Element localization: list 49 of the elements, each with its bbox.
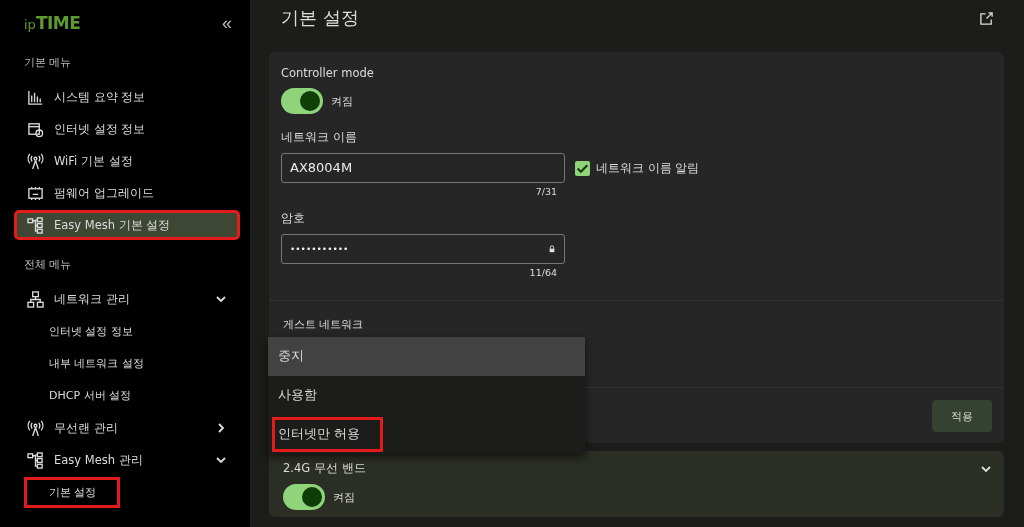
menu-item[interactable]: 네트워크 관리 <box>14 284 240 314</box>
checkbox[interactable] <box>575 160 590 176</box>
dropdown-option[interactable]: 중지 <box>268 337 585 376</box>
character-counter: 7/31 <box>534 186 558 197</box>
section-title: 전체 메뉴 <box>23 257 73 273</box>
field-label: 암호 <box>281 211 306 226</box>
apply-button[interactable]: 적용 <box>932 400 992 432</box>
toggle-switch[interactable] <box>283 484 325 510</box>
section-title: 기본 메뉴 <box>23 55 73 71</box>
field-label: 게스트 네트워크 <box>283 318 365 332</box>
option-label: 중지 <box>277 347 305 365</box>
character-counter: 11/64 <box>528 267 558 278</box>
toggle-state: 켜짐 <box>333 489 355 505</box>
tree-icon <box>27 216 44 234</box>
dropdown-option[interactable]: 인터넷만 허용 <box>268 415 585 454</box>
option-label: 인터넷만 허용 <box>272 417 383 452</box>
submenu-item[interactable]: 인터넷 설정 정보 <box>24 316 144 347</box>
menu-item[interactable]: Easy Mesh 관리 <box>14 445 240 475</box>
band-label: 2.4G 무선 밴드 <box>283 461 366 476</box>
antenna-icon <box>27 152 44 170</box>
brand-logo: ipTIME <box>24 13 81 33</box>
dropdown-option[interactable]: 사용함 <box>268 376 585 415</box>
antenna-icon <box>27 419 44 437</box>
menu-item[interactable]: WiFi 기본 설정 <box>14 146 240 176</box>
option-label: 사용함 <box>277 386 318 404</box>
checkbox-label: 네트워크 이름 알림 <box>596 160 700 176</box>
menu-item[interactable]: Easy Mesh 기본 설정 <box>14 210 240 240</box>
chip-icon <box>27 184 44 202</box>
menu-item[interactable]: 무선랜 관리 <box>14 413 240 443</box>
network-icon <box>27 290 44 308</box>
page-title: 기본 설정 <box>281 6 359 30</box>
window-globe-icon <box>27 120 44 138</box>
menu-item[interactable]: 인터넷 설정 정보 <box>14 114 240 144</box>
submenu-item[interactable]: 내부 네트워크 설정 <box>24 348 155 379</box>
lock-icon <box>548 245 556 253</box>
network-name-field[interactable]: AX8004M <box>281 153 565 183</box>
field-label: Controller mode <box>281 66 375 80</box>
toggle-switch[interactable] <box>281 88 323 114</box>
submenu-item[interactable]: DHCP 서버 설정 <box>24 380 143 411</box>
bar-chart-icon <box>27 88 44 106</box>
collapse-button[interactable]: « <box>222 12 232 34</box>
export-icon[interactable] <box>979 10 994 26</box>
password-field[interactable]: ••••••••••• <box>281 234 565 264</box>
tree-icon <box>27 451 44 469</box>
toggle-state: 켜짐 <box>331 93 353 109</box>
submenu-item[interactable]: 기본 설정 <box>24 477 120 508</box>
menu-item[interactable]: 시스템 요약 정보 <box>14 82 240 112</box>
field-label: 네트워크 이름 <box>281 130 358 145</box>
menu-item[interactable]: 펌웨어 업그레이드 <box>14 178 240 208</box>
